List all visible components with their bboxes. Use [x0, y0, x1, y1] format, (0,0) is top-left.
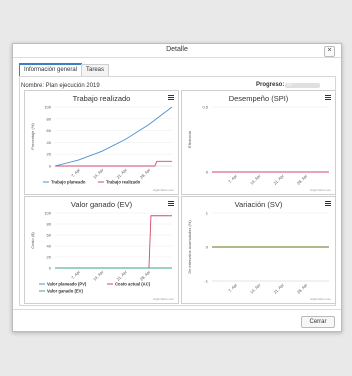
y-tick-label: 0 [49, 266, 52, 271]
y-tick-label: 40 [47, 140, 52, 145]
legend-item: Valor planeado (PV) [47, 282, 87, 287]
chart-svg: 0 0.5 Eficiencia 7. Apr 14. Apr 21. Apr 28. Ap… [187, 105, 331, 193]
y-tick-label: 0 [206, 245, 209, 250]
y-tick-label: 100 [44, 211, 51, 216]
x-tick-label: 21. Apr [272, 282, 285, 295]
x-tick-label: 14. Apr [92, 167, 105, 180]
tab-tareas[interactable]: Tareas [81, 64, 110, 76]
chart-card-valor-ganado: 0 20 40 60 80 100 Costo ($) 7. Apr 14. Apr 21. Ap… [24, 196, 179, 304]
y-tick-label: 20 [47, 152, 52, 157]
chart-svg: 0 20 40 60 80 100 Costo ($) 7. Apr 14. Apr 21. Ap… [30, 211, 174, 302]
y-tick-label: 0 [49, 164, 52, 169]
x-tick-label: 28. Apr [139, 167, 152, 180]
chart-card-trabajo-realizado: 0 20 40 60 80 100 Porcentaje (%) 7. Apr 14. Apr 2… [24, 90, 179, 195]
y-tick-label: 40 [47, 244, 52, 249]
x-tick-label: 21. Apr [272, 173, 285, 186]
x-tick-label: 7. Apr [70, 269, 81, 280]
progress-value: 0% [287, 83, 293, 87]
close-button[interactable]: × [324, 46, 335, 57]
y-tick-label: 80 [47, 222, 52, 227]
dialog-title: Detalle [166, 46, 188, 53]
y-tick-label: 60 [47, 128, 52, 133]
y-axis-title: Porcentaje (%) [30, 123, 35, 150]
y-axis-title: Eficiencia [187, 130, 192, 148]
x-tick-label: 7. Apr [70, 167, 81, 178]
chart-title: Variación (SV) [234, 200, 283, 209]
y-tick-label: -1 [204, 279, 208, 284]
tab-informacion-general[interactable]: Información general [19, 63, 83, 76]
progress-bar: 0% [285, 83, 320, 88]
legend-item: Valor ganado (EV) [47, 289, 83, 294]
chart-credit: Highcharts.com [153, 297, 174, 301]
hamburger-menu-icon[interactable] [325, 95, 331, 100]
series-line [55, 215, 172, 269]
chart-svg: 0 20 40 60 80 100 Porcentaje (%) 7. Apr 14. Apr 2… [30, 105, 174, 193]
y-tick-label: 80 [47, 116, 52, 121]
y-tick-label: 0 [206, 170, 209, 175]
x-tick-label: 14. Apr [92, 269, 105, 282]
y-tick-label: 100 [44, 105, 51, 110]
progress-label: Progreso: [256, 82, 285, 88]
x-tick-label: 28. Apr [296, 282, 309, 295]
y-tick-label: 1 [206, 211, 209, 216]
y-tick-label: 0.5 [202, 105, 208, 110]
y-tick-label: 20 [47, 255, 52, 260]
y-axis-title: De intervalos acumulados (%) [187, 220, 192, 274]
legend-item: Costo actual (AC) [115, 282, 151, 287]
chart-title: Desempeño (SPI) [228, 94, 289, 103]
chart-card-desempeno-spi: 0 0.5 Eficiencia 7. Apr 14. Apr 21. Apr 28. Ap… [181, 90, 336, 195]
x-tick-label: 21. Apr [115, 167, 128, 180]
legend-item: Trabajo realizado [106, 180, 141, 185]
series-line [54, 106, 173, 167]
x-tick-label: 21. Apr [115, 269, 128, 282]
x-tick-label: 14. Apr [249, 282, 262, 295]
plan-name: Nombre: Plan ejecución 2019 [21, 83, 100, 89]
hamburger-menu-icon[interactable] [325, 201, 331, 206]
hamburger-menu-icon[interactable] [168, 201, 174, 206]
footer-divider [13, 309, 341, 310]
chart-title: Trabajo realizado [72, 94, 131, 103]
x-tick-label: 28. Apr [139, 269, 152, 282]
chart-credit: Highcharts.com [310, 188, 331, 192]
chart-credit: Highcharts.com [310, 297, 331, 301]
x-tick-label: 7. Apr [227, 282, 238, 293]
x-tick-label: 7. Apr [227, 173, 238, 184]
dialog-titlebar: Detalle × [13, 44, 341, 58]
x-tick-label: 14. Apr [249, 173, 262, 186]
detail-dialog: Detalle × Información general Tareas Nom… [12, 43, 342, 332]
y-axis-title: Costo ($) [30, 232, 35, 249]
x-tick-label: 28. Apr [296, 173, 309, 186]
hamburger-menu-icon[interactable] [168, 95, 174, 100]
chart-credit: Highcharts.com [153, 188, 174, 192]
chart-svg: -1 0 1 De intervalos acumulados (%) 7. Apr 14… [187, 211, 331, 302]
chart-card-variacion-sv: -1 0 1 De intervalos acumulados (%) 7. Apr 14… [181, 196, 336, 304]
chart-title: Valor ganado (EV) [70, 200, 133, 209]
legend-item: Trabajo planeado [51, 180, 86, 185]
cerrar-button[interactable]: Cerrar [301, 316, 335, 328]
y-tick-label: 60 [47, 233, 52, 238]
